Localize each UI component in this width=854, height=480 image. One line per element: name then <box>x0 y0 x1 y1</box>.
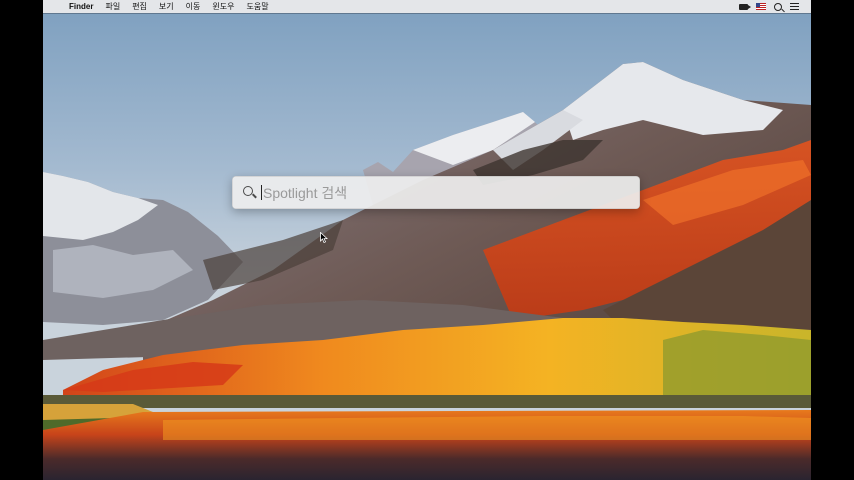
mouse-pointer-icon <box>320 232 328 243</box>
text-caret <box>261 185 262 200</box>
video-camera-icon[interactable] <box>739 3 751 10</box>
desktop-screen: Finder 파일 편집 보기 이동 윈도우 도움말 <box>43 0 811 480</box>
spotlight-search-icon[interactable] <box>774 2 782 11</box>
notification-list-icon[interactable] <box>790 3 799 10</box>
menu-view[interactable]: 보기 <box>153 0 180 13</box>
menu-go[interactable]: 이동 <box>180 0 207 13</box>
us-flag-input-icon[interactable] <box>756 3 766 10</box>
menu-finder[interactable]: Finder <box>63 0 99 13</box>
spotlight-search-bar <box>232 176 640 209</box>
menu-help[interactable]: 도움말 <box>240 0 274 13</box>
menu-bar: Finder 파일 편집 보기 이동 윈도우 도움말 <box>43 0 811 13</box>
magnifier-icon <box>243 186 253 196</box>
status-area <box>739 2 811 11</box>
spotlight-search-input[interactable] <box>263 183 623 202</box>
menu-file[interactable]: 파일 <box>99 0 126 13</box>
desktop-wallpaper <box>43 0 811 480</box>
menu-edit[interactable]: 편집 <box>126 0 153 13</box>
menu-window[interactable]: 윈도우 <box>206 0 240 13</box>
